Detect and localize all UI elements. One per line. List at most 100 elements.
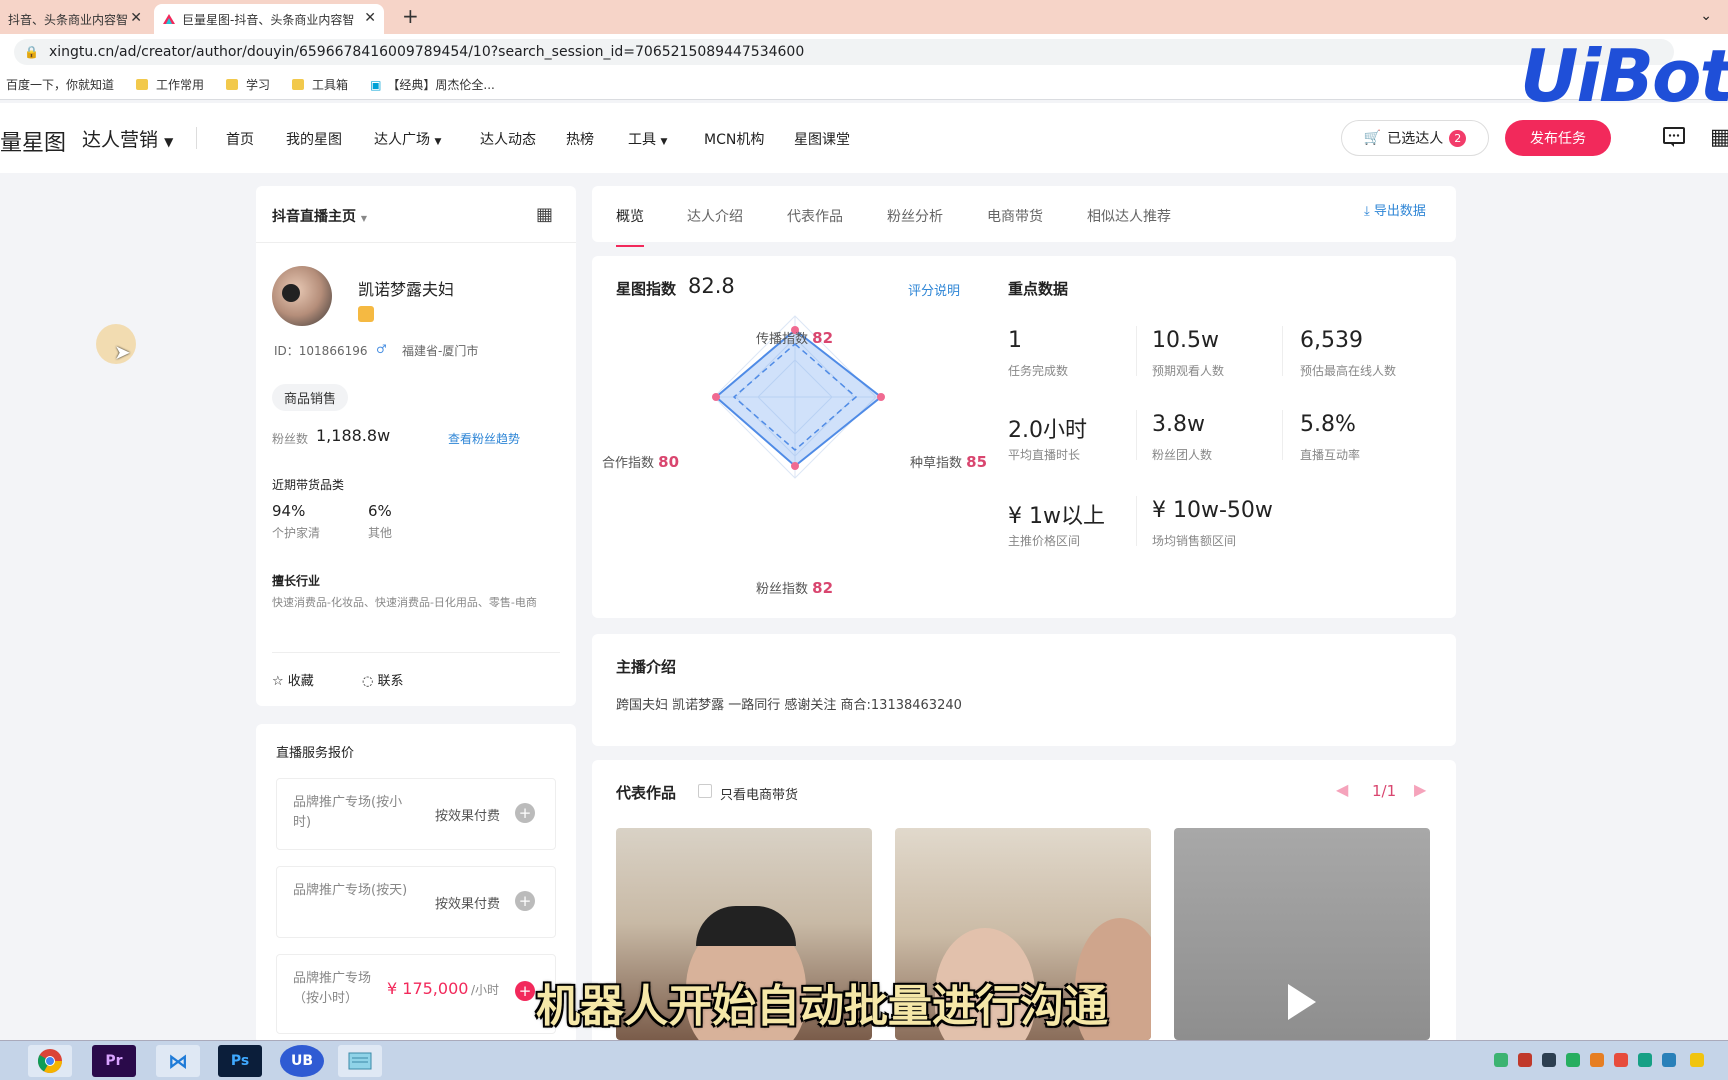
bookmark-folder[interactable]: 学习 bbox=[226, 76, 270, 93]
photoshop-taskbar-icon[interactable]: Ps bbox=[218, 1045, 262, 1077]
notepad-taskbar-icon[interactable] bbox=[338, 1045, 382, 1077]
pricing-item-name: 品牌推广专场（按小时） bbox=[293, 971, 372, 1006]
apps-grid-icon[interactable]: ▦ bbox=[1710, 125, 1728, 150]
tray-icon[interactable] bbox=[1614, 1053, 1628, 1067]
browser-tab[interactable]: 抖音、头条商业内容智 ✕ bbox=[0, 4, 150, 34]
category-tag: 商品销售 bbox=[272, 384, 349, 411]
key-data-title: 重点数据 bbox=[1008, 280, 1069, 298]
tray-icon[interactable] bbox=[1638, 1053, 1652, 1067]
new-tab-icon[interactable]: + bbox=[402, 4, 419, 28]
bookmark-item[interactable]: 百度一下，你就知道 bbox=[6, 76, 114, 93]
contact-button[interactable]: ◌ 联系 bbox=[362, 670, 404, 689]
selected-creators-button[interactable]: 🛒 已选达人 2 bbox=[1341, 120, 1489, 156]
bookmark-label: 【经典】周杰伦全... bbox=[387, 78, 495, 92]
tab-similar[interactable]: 相似达人推荐 bbox=[1087, 206, 1171, 226]
male-icon: ♂ bbox=[376, 342, 387, 356]
pricing-item: 品牌推广专场(按小时) 按效果付费 + bbox=[276, 778, 556, 850]
wechat-tray-icon[interactable] bbox=[1494, 1053, 1508, 1067]
bookmark-label: 学习 bbox=[246, 78, 271, 92]
tray-icon[interactable] bbox=[1542, 1053, 1556, 1067]
message-icon[interactable] bbox=[1662, 125, 1686, 155]
collect-button[interactable]: ☆ 收藏 bbox=[272, 670, 314, 689]
pricing-item-name: 品牌推广专场(按天) bbox=[293, 883, 408, 898]
work-thumbnail[interactable] bbox=[1174, 828, 1430, 1040]
ecommerce-filter-checkbox[interactable] bbox=[698, 784, 712, 798]
caret-down-icon: ▼ bbox=[360, 214, 368, 223]
taskbar: Pr ⋈ Ps UB bbox=[0, 1040, 1728, 1080]
nav-tools[interactable]: 工具 ▼ bbox=[628, 129, 667, 149]
radar-label-text: 合作指数 bbox=[602, 456, 655, 471]
tab-overview[interactable]: 概览 bbox=[616, 206, 644, 247]
tab-title: 抖音、头条商业内容智 bbox=[8, 12, 129, 27]
prev-page-icon[interactable]: ◀ bbox=[1336, 780, 1348, 799]
pricing-card: 直播服务报价 品牌推广专场(按小时) 按效果付费 + 品牌推广专场(按天) 按效… bbox=[256, 724, 576, 1044]
browser-tabbar: 抖音、头条商业内容智 ✕ 巨量星图-抖音、头条商业内容智 ✕ + ⌄ bbox=[0, 0, 1728, 34]
bookmark-label: 工具箱 bbox=[312, 78, 349, 92]
add-icon[interactable]: + bbox=[515, 803, 535, 823]
key-data-label: 直播互动率 bbox=[1300, 448, 1361, 462]
ecommerce-filter-label[interactable]: 只看电商带货 bbox=[720, 784, 798, 803]
fans-value: 1,188.8w bbox=[316, 426, 391, 445]
tab-ecommerce[interactable]: 电商带货 bbox=[987, 206, 1043, 226]
tray-icon[interactable] bbox=[1690, 1053, 1704, 1067]
vscode-taskbar-icon[interactable]: ⋈ bbox=[156, 1045, 200, 1077]
tray-icon[interactable] bbox=[1518, 1053, 1532, 1067]
key-data-value: 3.8w bbox=[1152, 412, 1205, 437]
tray-icon[interactable] bbox=[1566, 1053, 1580, 1067]
product-switcher[interactable]: 达人营销 ▼ bbox=[82, 125, 173, 152]
radar-label-value: 85 bbox=[966, 453, 988, 471]
folder-icon bbox=[226, 79, 239, 90]
chrome-taskbar-icon[interactable] bbox=[28, 1045, 72, 1077]
creator-id: ID：101866196 bbox=[274, 344, 368, 358]
nav-creator-square[interactable]: 达人广场 ▼ bbox=[374, 129, 441, 149]
publish-task-button[interactable]: 发布任务 bbox=[1505, 120, 1611, 156]
key-data-label: 粉丝团人数 bbox=[1152, 448, 1213, 462]
tray-icon[interactable] bbox=[1590, 1053, 1604, 1067]
category-pct: 94% bbox=[272, 502, 306, 520]
divider bbox=[272, 652, 560, 653]
site-logo[interactable]: 量星图 bbox=[0, 125, 66, 157]
bookmark-folder[interactable]: 工具箱 bbox=[292, 76, 348, 93]
collect-label: 收藏 bbox=[287, 674, 314, 689]
tray-icon[interactable] bbox=[1662, 1053, 1676, 1067]
key-data-value: ¥ 1w以上 bbox=[1008, 504, 1105, 529]
premiere-taskbar-icon[interactable]: Pr bbox=[92, 1045, 136, 1077]
page-selector[interactable]: 抖音直播主页 ▼ bbox=[272, 206, 367, 226]
tab-fans[interactable]: 粉丝分析 bbox=[887, 206, 943, 226]
chevron-down-icon[interactable]: ⌄ bbox=[1700, 8, 1712, 24]
caret-down-icon: ▼ bbox=[434, 137, 442, 147]
nav-home[interactable]: 首页 bbox=[226, 129, 254, 149]
bookmark-folder[interactable]: 工作常用 bbox=[136, 76, 204, 93]
pricing-item-price: 按效果付费 bbox=[435, 897, 501, 912]
close-icon[interactable]: ✕ bbox=[364, 10, 376, 26]
next-page-icon[interactable]: ▶ bbox=[1414, 780, 1426, 799]
nav-creator-news[interactable]: 达人动态 bbox=[480, 129, 536, 149]
radar-label-text: 种草指数 bbox=[910, 456, 963, 471]
radar-label-value: 82 bbox=[812, 579, 834, 597]
tab-works[interactable]: 代表作品 bbox=[787, 206, 843, 226]
nav-academy[interactable]: 星图课堂 bbox=[794, 129, 850, 149]
score-explain-link[interactable]: 评分说明 bbox=[908, 280, 960, 299]
add-icon[interactable]: + bbox=[515, 981, 535, 1001]
tab-creator-intro[interactable]: 达人介绍 bbox=[687, 206, 743, 226]
pager-text: 1/1 bbox=[1372, 782, 1397, 800]
url-input[interactable]: 🔒 xingtu.cn/ad/creator/author/douyin/659… bbox=[14, 39, 1674, 65]
qrcode-icon[interactable]: ▦ bbox=[536, 204, 553, 225]
nav-hot-list[interactable]: 热榜 bbox=[566, 129, 594, 149]
browser-tab-active[interactable]: 巨量星图-抖音、头条商业内容智 ✕ bbox=[154, 4, 384, 34]
divider bbox=[1282, 410, 1283, 460]
nav-mcn[interactable]: MCN机构 bbox=[704, 129, 764, 149]
uibot-taskbar-icon[interactable]: UB bbox=[280, 1045, 324, 1077]
xingtu-favicon-icon bbox=[163, 14, 175, 24]
caret-down-icon: ▼ bbox=[164, 135, 174, 149]
pricing-item-unit: /小时 bbox=[471, 983, 500, 997]
bookmark-item[interactable]: ▣ 【经典】周杰伦全... bbox=[370, 76, 495, 93]
play-icon[interactable] bbox=[1288, 984, 1316, 1020]
add-icon[interactable]: + bbox=[515, 891, 535, 911]
radar-point bbox=[712, 393, 720, 401]
address-bar: 🔒 xingtu.cn/ad/creator/author/douyin/659… bbox=[0, 34, 1728, 70]
export-button[interactable]: ⤓ 导出数据 bbox=[1364, 200, 1426, 219]
nav-my-xingtu[interactable]: 我的星图 bbox=[286, 129, 342, 149]
fans-trend-link[interactable]: 查看粉丝趋势 bbox=[448, 430, 520, 447]
close-icon[interactable]: ✕ bbox=[130, 10, 142, 26]
